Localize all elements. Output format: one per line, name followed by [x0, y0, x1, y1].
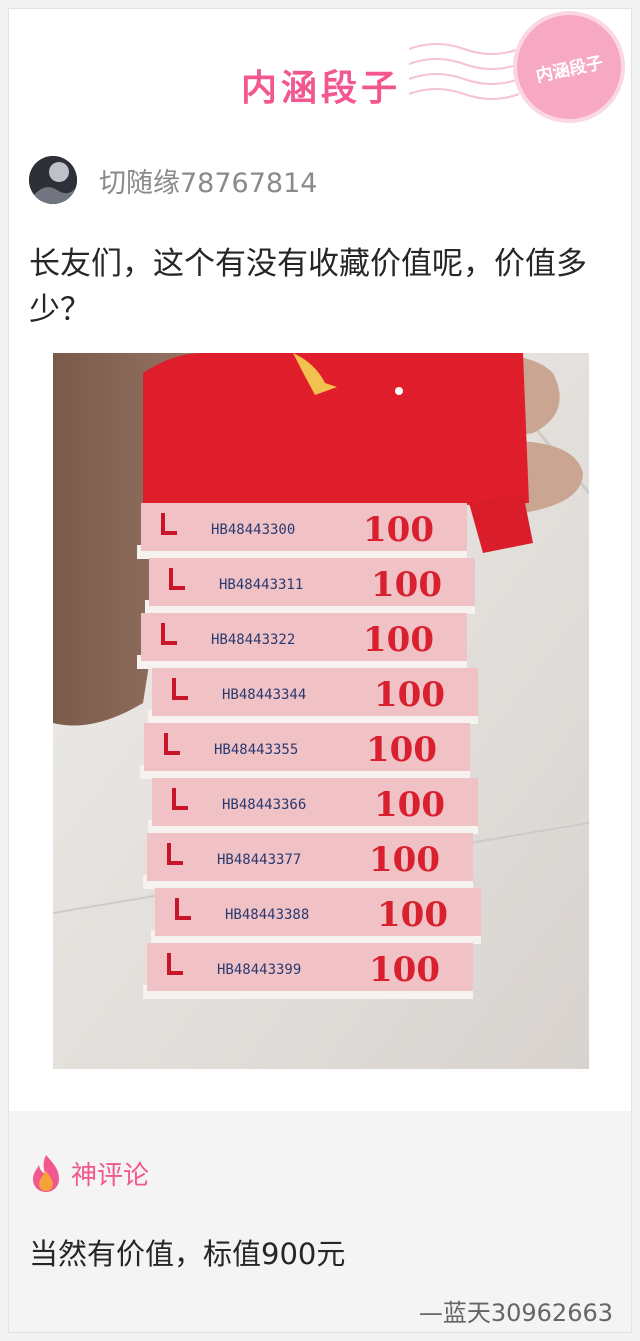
comments-section: 神评论 当然有价值，标值900元 —蓝天30962663 [9, 1111, 631, 1332]
stamp-label: 内涵段子 [534, 52, 605, 87]
banknote-serial: HB48443366 [222, 797, 306, 813]
header: 内涵段子 内涵段子 [9, 9, 631, 149]
comment-text: 当然有价值，标值900元 [29, 1237, 346, 1271]
post-card: 内涵段子 内涵段子 切随缘78767814 长友们，这个有没有收藏价值呢，价值多… [8, 8, 632, 1333]
post-photo[interactable]: HB48443300 100 HB48443311 100 HB48443322 100 H… [53, 353, 589, 1069]
banknote-stack: HB48443300 100HB48443311 100HB48443322 100H… [137, 503, 481, 999]
banknote: HB48443355 100 [140, 723, 470, 779]
banknote-serial: HB48443300 [211, 522, 295, 538]
banknote-denomination: 100 [369, 950, 440, 990]
comments-title: 神评论 [71, 1160, 150, 1191]
photo-banknotes: HB48443300 100HB48443311 100HB48443322 100H… [53, 353, 589, 1069]
avatar-image [29, 156, 77, 204]
banknote-denomination: 100 [369, 840, 440, 880]
banknote-serial: HB48443311 [219, 577, 303, 593]
banknote: HB48443377 100 [143, 833, 473, 889]
banknote: HB48443311 100 [145, 558, 475, 614]
banknote-denomination: 100 [371, 565, 442, 605]
avatar[interactable] [29, 156, 77, 204]
banknote-denomination: 100 [366, 730, 437, 770]
banknote-serial: HB48443377 [217, 852, 301, 868]
banknote-serial: HB48443355 [214, 742, 298, 758]
banknote-serial: HB48443399 [217, 962, 301, 978]
flame-icon [33, 1155, 59, 1192]
post-author[interactable]: 切随缘78767814 [29, 155, 317, 205]
banknote: HB48443322 100 [137, 613, 467, 669]
banknote: HB48443344 100 [148, 668, 478, 724]
banknote-serial: HB48443322 [211, 632, 295, 648]
post-text: 长友们，这个有没有收藏价值呢，价值多少？ [29, 246, 587, 328]
comment-author[interactable]: —蓝天30962663 [419, 1293, 613, 1328]
banknote: HB48443366 100 [148, 778, 478, 834]
banknote-denomination: 100 [374, 675, 445, 715]
banknote-denomination: 100 [377, 895, 448, 935]
author-name[interactable]: 切随缘78767814 [99, 161, 317, 200]
banknote-denomination: 100 [363, 620, 434, 660]
banknote-denomination: 100 [363, 510, 434, 550]
banknote: HB48443399 100 [143, 943, 473, 999]
comments-header: 神评论 [29, 1153, 149, 1193]
banknote-serial: HB48443388 [225, 907, 309, 923]
banknote: HB48443388 100 [151, 888, 481, 944]
banknote-serial: HB48443344 [222, 687, 306, 703]
banknote-denomination: 100 [374, 785, 445, 825]
banknote: HB48443300 100 [137, 503, 467, 559]
